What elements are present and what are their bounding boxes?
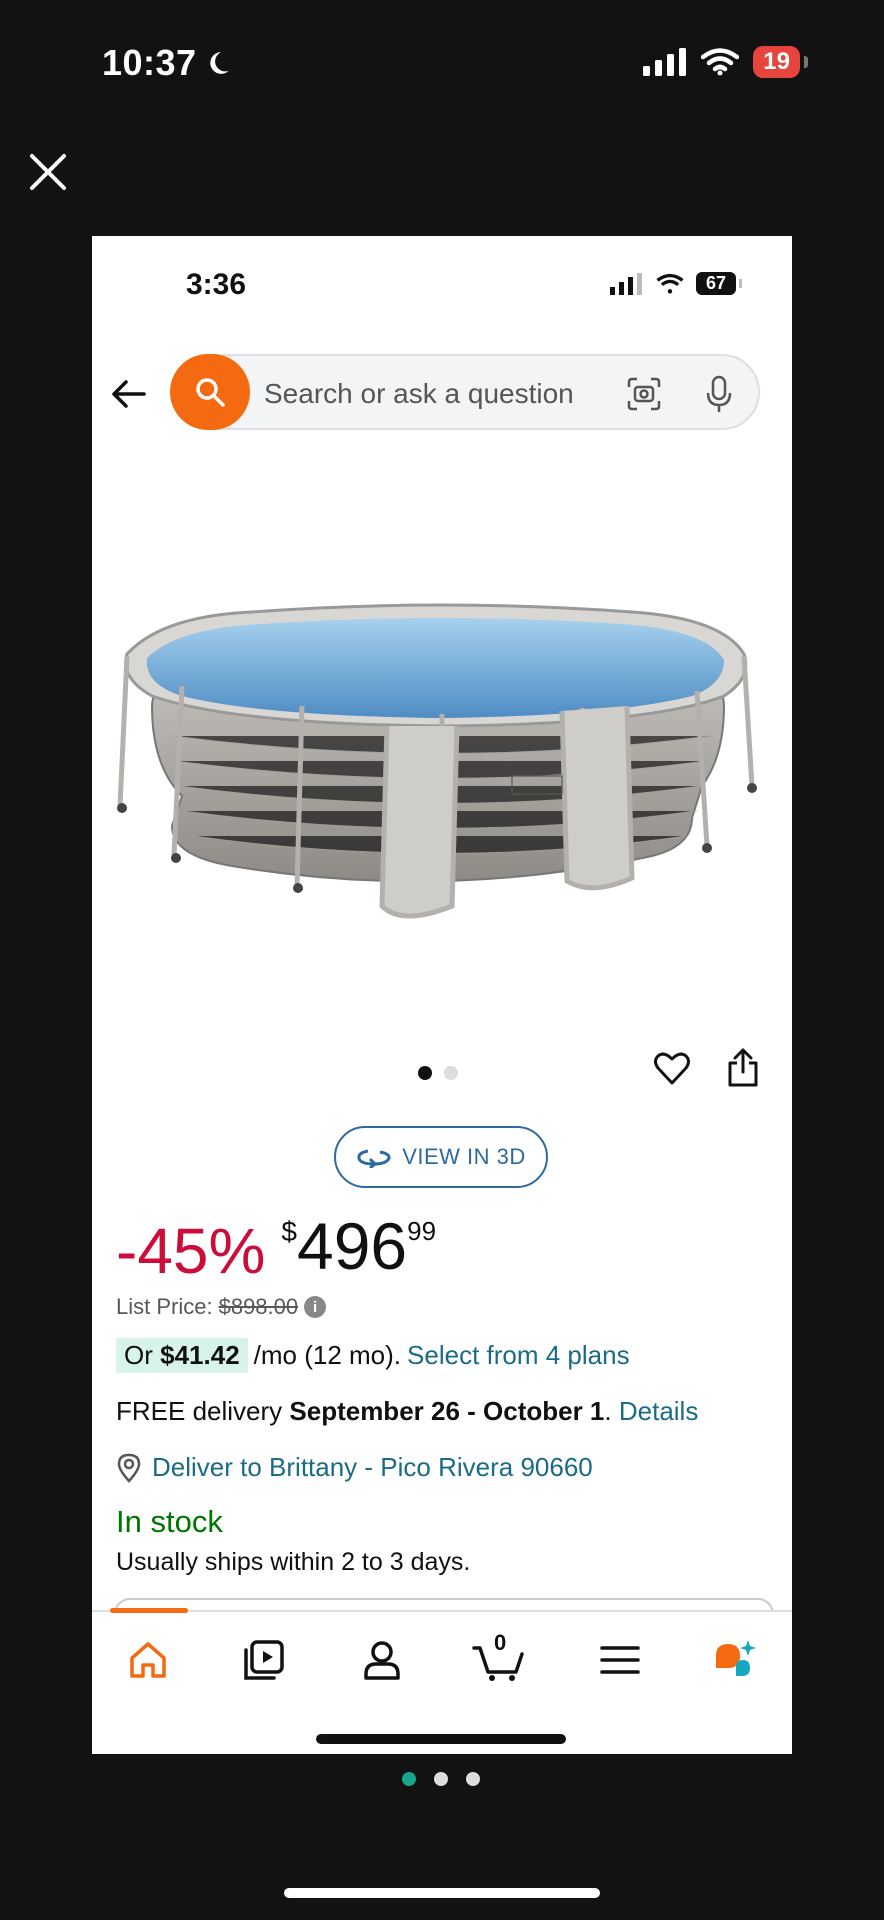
deliver-to-link[interactable]: Deliver to Brittany - Pico Rivera 90660 [152,1452,593,1483]
monthly-amount-box: Or $41.42 [116,1338,248,1373]
select-plans-link[interactable]: Select from 4 plans [407,1340,630,1371]
price-fraction: 99 [407,1216,437,1246]
delivery-info: FREE delivery September 26 - October 1. … [116,1396,698,1427]
signal-icon [610,272,642,295]
moon-icon [209,52,229,74]
rotate-3d-icon [357,1149,391,1168]
search-bar[interactable]: Search or ask a question [170,354,760,430]
close-icon[interactable] [26,150,70,194]
delivery-dates: September 26 - October 1 [289,1396,605,1426]
carousel-dot[interactable] [444,1066,458,1080]
list-price: List Price: $898.00 i [116,1294,327,1320]
outer-time-text: 10:37 [102,42,197,83]
outer-page-dots [402,1772,480,1786]
home-icon[interactable] [126,1638,170,1682]
monthly-prefix: Or [124,1340,153,1370]
search-icon [196,378,225,407]
monthly-payment: Or $41.42 /mo (12 mo). Select from 4 pla… [116,1338,630,1373]
bottom-tab-bar: 0 [92,1608,792,1754]
list-price-label: List Price: [116,1294,213,1319]
account-icon[interactable] [360,1638,404,1682]
cart-tab[interactable]: 0 [472,1630,526,1682]
outer-status-time: 10:37 [102,42,231,84]
search-button[interactable] [170,354,250,430]
heart-icon[interactable] [652,1048,692,1088]
delivery-period: . [604,1396,612,1426]
delivery-details-link[interactable]: Details [619,1396,698,1426]
battery-indicator: 19 [753,46,808,78]
product-screenshot: 3:36 67 Search or ask a question VIEW IN… [92,236,792,1754]
location-pin-icon [117,1453,141,1483]
image-carousel-dots [418,1066,458,1080]
price-currency: $ [281,1216,297,1247]
share-icon[interactable] [726,1046,760,1088]
wifi-icon [701,48,740,76]
wifi-icon [656,273,684,294]
delivery-free: FREE delivery [116,1396,283,1426]
inner-status-time: 3:36 [186,268,247,301]
monthly-amount: $41.42 [160,1340,240,1370]
search-input[interactable]: Search or ask a question [264,378,574,410]
shipping-note: Usually ships within 2 to 3 days. [116,1548,471,1576]
page-dot[interactable] [402,1772,416,1786]
stock-status: In stock [116,1504,223,1539]
active-tab-indicator [110,1608,188,1613]
signal-icon [643,48,687,76]
price-whole: 496 [296,1209,408,1283]
page-dot[interactable] [434,1772,448,1786]
product-image-pool[interactable] [112,556,772,976]
carousel-dot[interactable] [418,1066,432,1080]
camera-scan-icon[interactable] [626,376,662,412]
list-price-value: $898.00 [218,1294,299,1319]
monthly-suffix: /mo (12 mo). [253,1340,402,1370]
cart-count: 0 [494,1630,507,1655]
page-dot[interactable] [466,1772,480,1786]
battery-indicator: 67 [696,272,742,295]
view-in-3d-label: VIEW IN 3D [402,1144,526,1169]
video-icon[interactable] [242,1638,286,1682]
price-block: -45% $ 496 99 [116,1208,436,1288]
home-indicator [316,1734,566,1744]
view-in-3d-button[interactable]: VIEW IN 3D [334,1126,548,1188]
deliver-to-row[interactable]: Deliver to Brittany - Pico Rivera 90660 [116,1452,593,1483]
inner-status-icons: 67 [610,272,742,295]
rufus-assistant-icon[interactable] [712,1638,756,1682]
outer-home-indicator [284,1888,600,1898]
info-icon[interactable]: i [304,1296,327,1318]
discount-percent: -45% [116,1215,266,1287]
back-arrow-icon[interactable] [108,374,148,414]
microphone-icon[interactable] [704,374,734,414]
outer-status-icons: 19 [643,46,808,78]
menu-icon[interactable] [598,1638,642,1682]
